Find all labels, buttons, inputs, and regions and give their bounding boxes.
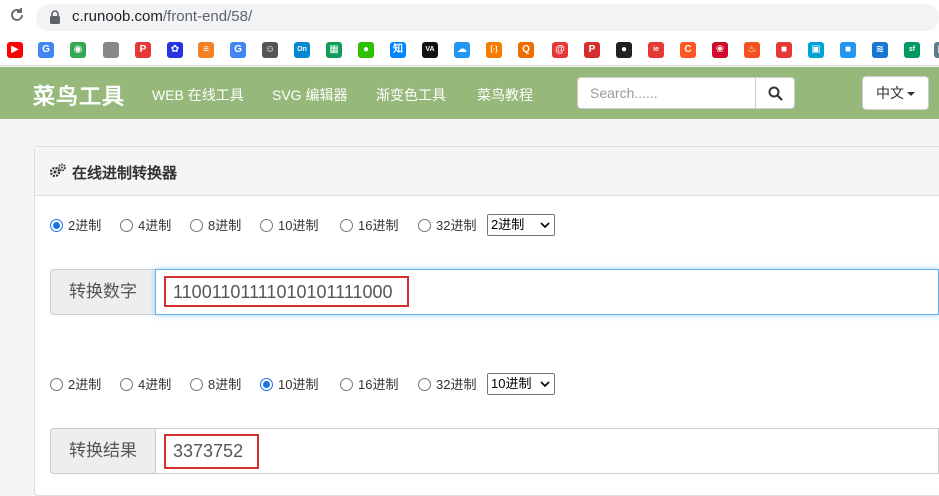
search-icon xyxy=(768,86,783,101)
zhihu-icon[interactable]: 知 xyxy=(390,42,406,58)
input-radix-select[interactable]: 2进制 xyxy=(487,214,555,236)
input-radio-option[interactable]: 16进制 xyxy=(340,216,398,236)
huawei-icon[interactable]: ❀ xyxy=(712,42,728,58)
github-icon[interactable]: ● xyxy=(616,42,632,58)
search-button[interactable] xyxy=(755,77,795,109)
input-radio-option[interactable]: 4进制 xyxy=(120,216,171,236)
input-radio-option[interactable]: 10进制 xyxy=(260,216,318,236)
output-label: 转换结果 xyxy=(50,428,156,474)
flame-icon[interactable]: ♨ xyxy=(744,42,760,58)
input-radio-option[interactable]: 8进制 xyxy=(190,216,241,236)
browser-address-row: c.runoob.com/front-end/58/ xyxy=(0,0,939,34)
output-radio-option[interactable]: 10进制 xyxy=(260,375,318,395)
output-radio-label: 32进制 xyxy=(436,377,477,392)
language-label: 中文 xyxy=(876,85,904,101)
nav-link-web-tools[interactable]: WEB 在线工具 xyxy=(152,85,244,105)
smiley-icon[interactable]: ☺ xyxy=(262,42,278,58)
input-radio-button[interactable] xyxy=(340,219,353,232)
layers-icon[interactable]: ≋ xyxy=(872,42,888,58)
input-radio-label: 8进制 xyxy=(208,218,242,233)
input-radio-button[interactable] xyxy=(190,219,203,232)
input-radio-label: 16进制 xyxy=(358,218,399,233)
output-radio-button[interactable] xyxy=(260,378,273,391)
nav-link-gradient-tool[interactable]: 渐变色工具 xyxy=(376,85,446,105)
p2-icon[interactable]: P xyxy=(584,42,600,58)
reload-icon[interactable] xyxy=(8,6,26,24)
at-icon[interactable]: @ xyxy=(552,42,568,58)
ie-icon[interactable]: ie xyxy=(648,42,664,58)
output-radio-option[interactable]: 2进制 xyxy=(50,375,101,395)
output-radio-button[interactable] xyxy=(340,378,353,391)
output-radix-select[interactable]: 10进制 xyxy=(487,373,555,395)
output-radio-button[interactable] xyxy=(50,378,63,391)
output-radio-label: 10进制 xyxy=(278,377,319,392)
chevron-down-icon xyxy=(540,222,550,229)
output-radio-label: 4进制 xyxy=(138,377,172,392)
output-radio-button[interactable] xyxy=(418,378,431,391)
input-radix-select-value: 2进制 xyxy=(491,217,525,232)
language-dropdown[interactable]: 中文 xyxy=(862,76,929,110)
google-icon[interactable]: G xyxy=(230,42,246,58)
result-output[interactable] xyxy=(155,428,939,474)
gears-icon xyxy=(49,163,66,178)
chrome-icon[interactable]: ◉ xyxy=(70,42,86,58)
cloud-icon[interactable]: ☁ xyxy=(454,42,470,58)
output-radio-label: 16进制 xyxy=(358,377,399,392)
input-radio-label: 2进制 xyxy=(68,218,102,233)
url-host: c.runoob.com xyxy=(72,8,163,25)
grid-icon[interactable]: ▦ xyxy=(934,42,939,58)
input-label: 转换数字 xyxy=(50,269,156,315)
site-logo[interactable]: 菜鸟工具 xyxy=(33,79,125,111)
input-group-number: 转换数字 xyxy=(50,269,939,315)
blue-square-icon[interactable]: ■ xyxy=(840,42,856,58)
url-text[interactable]: c.runoob.com/front-end/58/ xyxy=(72,8,252,25)
bilibili-icon[interactable]: ▣ xyxy=(808,42,824,58)
input-radio-option[interactable]: 2进制 xyxy=(50,216,101,236)
sheets-icon[interactable]: ▦ xyxy=(326,42,342,58)
google-translate-icon[interactable]: G xyxy=(38,42,54,58)
output-radio-option[interactable]: 8进制 xyxy=(190,375,241,395)
output-radio-button[interactable] xyxy=(120,378,133,391)
baidu-icon[interactable]: ✿ xyxy=(167,42,183,58)
wechat-icon[interactable]: ● xyxy=(358,42,374,58)
bracket-icon[interactable]: [-] xyxy=(486,42,502,58)
site-navbar: 菜鸟工具 WEB 在线工具 SVG 编辑器 渐变色工具 菜鸟教程 xyxy=(0,67,939,119)
panel-title: 在线进制转换器 xyxy=(72,165,178,182)
bookmarks-bar: ▶ G ◉ P ✿ ≡ G ☺ On ▦ ● 知 VA ☁ [-] Q @ P ● ie C ❀ ♨ ■ ▣ ■ ≋ sf ▦ xyxy=(0,34,939,66)
red-square-icon[interactable]: ■ xyxy=(776,42,792,58)
info-icon[interactable] xyxy=(48,9,60,25)
input-radio-option[interactable]: 32进制 xyxy=(418,216,476,236)
input-radio-label: 32进制 xyxy=(436,218,477,233)
input-radio-button[interactable] xyxy=(260,219,273,232)
output-radio-option[interactable]: 16进制 xyxy=(340,375,398,395)
output-radio-option[interactable]: 4进制 xyxy=(120,375,171,395)
va-icon[interactable]: VA xyxy=(422,42,438,58)
p-icon[interactable]: P xyxy=(135,42,151,58)
output-radio-button[interactable] xyxy=(190,378,203,391)
output-radio-label: 2进制 xyxy=(68,377,102,392)
output-radio-label: 8进制 xyxy=(208,377,242,392)
caret-down-icon xyxy=(907,92,915,97)
input-radio-button[interactable] xyxy=(50,219,63,232)
stackoverflow-icon[interactable]: ≡ xyxy=(198,42,214,58)
nav-link-tutorial[interactable]: 菜鸟教程 xyxy=(477,85,533,105)
q-icon[interactable]: Q xyxy=(518,42,534,58)
chevron-down-icon xyxy=(540,381,550,388)
on-icon[interactable]: On xyxy=(294,42,310,58)
input-radio-button[interactable] xyxy=(418,219,431,232)
number-input[interactable] xyxy=(155,269,939,315)
search-input[interactable] xyxy=(577,77,756,109)
c-icon[interactable]: C xyxy=(680,42,696,58)
output-radix-select-value: 10进制 xyxy=(491,376,532,391)
nav-link-svg-editor[interactable]: SVG 编辑器 xyxy=(272,85,347,105)
apple-icon[interactable] xyxy=(103,42,119,58)
input-radio-label: 4进制 xyxy=(138,218,172,233)
input-group-result: 转换结果 xyxy=(50,428,939,474)
input-radio-button[interactable] xyxy=(120,219,133,232)
url-path: /front-end/58/ xyxy=(162,8,253,25)
input-radio-label: 10进制 xyxy=(278,218,319,233)
output-radio-option[interactable]: 32进制 xyxy=(418,375,476,395)
sf-icon[interactable]: sf xyxy=(904,42,920,58)
youtube-icon[interactable]: ▶ xyxy=(7,42,23,58)
